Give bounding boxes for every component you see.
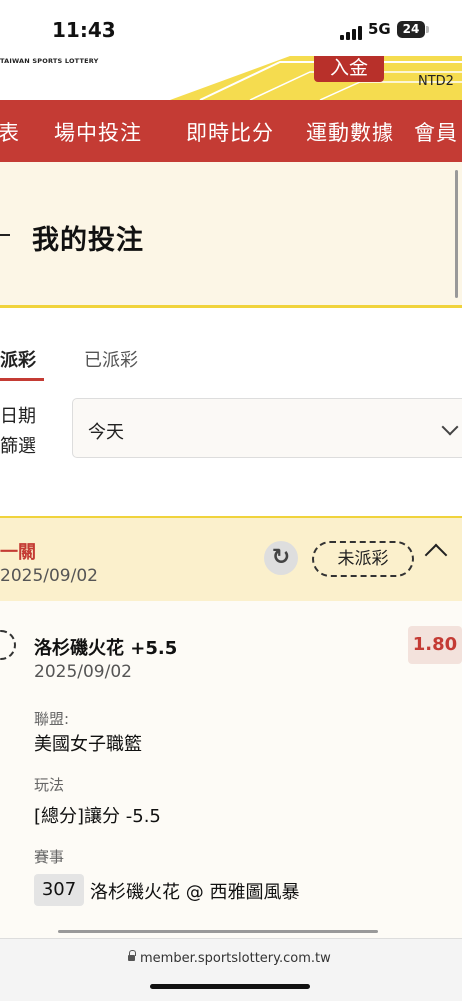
network-label: 5G (368, 20, 391, 38)
lock-icon (128, 955, 135, 961)
event-name: 洛杉磯火花 @ 西雅圖風暴 (90, 882, 300, 903)
event-label: 賽事 (34, 848, 65, 866)
nav-item-live-betting[interactable]: 場中投注 (54, 117, 142, 147)
bet-date: 2025/09/02 (0, 566, 98, 586)
balance-currency: NTD2 (418, 74, 454, 89)
status-badge: 未派彩 (312, 541, 414, 577)
back-icon[interactable] (0, 234, 10, 236)
date-filter-label: 日期 篩選 (0, 402, 36, 462)
market-label: 玩法 (34, 776, 65, 794)
odds-badge: 1.80 (408, 626, 462, 664)
tab-settled[interactable]: 已派彩 (84, 346, 138, 372)
refresh-icon[interactable]: ↻ (264, 541, 298, 575)
browser-bar (0, 938, 462, 1001)
nav-item-member[interactable]: 會員 (414, 117, 458, 147)
page-title: 我的投注 (32, 225, 144, 256)
url-bar[interactable]: member.sportslottery.com.tw (140, 951, 331, 966)
selection-date: 2025/09/02 (34, 662, 132, 682)
signal-icon (340, 26, 362, 40)
nav-item-sports-data[interactable]: 運動數據 (306, 117, 394, 147)
selection-name: 洛杉磯火花 +5.5 (34, 638, 178, 659)
brand-subtitle: TAIWAN SPORTS LOTTERY (0, 57, 99, 65)
tab-active-indicator (0, 378, 44, 381)
nav-item-schedule[interactable]: 表 (0, 117, 20, 147)
league-value: 美國女子職籃 (34, 734, 142, 755)
event-code: 307 (34, 874, 84, 906)
date-filter-select[interactable] (72, 398, 462, 458)
tab-unsettled[interactable]: 派彩 (0, 346, 36, 372)
deposit-button[interactable]: 入金 (314, 56, 384, 82)
league-label: 聯盟: (34, 710, 70, 728)
battery-icon: 24 (397, 21, 425, 38)
site-header: TAIWAN SPORTS LOTTERY 入金 NTD2 (0, 56, 462, 100)
scrollbar[interactable] (455, 170, 458, 298)
date-filter-label-line1: 日期 (0, 406, 36, 427)
bet-type: 一關 (0, 542, 36, 563)
date-filter-label-line2: 篩選 (0, 436, 36, 457)
market-value: [總分]讓分 -5.5 (34, 806, 161, 827)
nav-item-live-scores[interactable]: 即時比分 (186, 117, 274, 147)
scroll-indicator (58, 930, 378, 933)
date-filter-value: 今天 (88, 422, 124, 443)
home-indicator[interactable] (150, 984, 310, 989)
battery-tip (426, 26, 429, 33)
status-time: 11:43 (52, 18, 116, 42)
main-nav: 表 場中投注 即時比分 運動數據 會員 (0, 100, 462, 162)
